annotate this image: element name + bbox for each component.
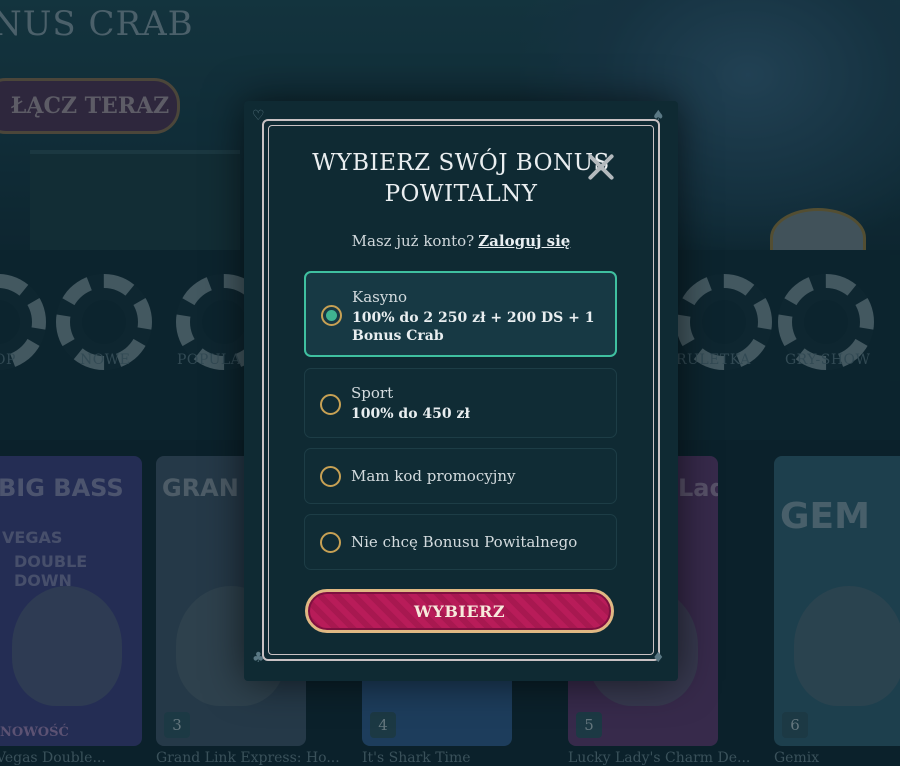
close-icon[interactable] xyxy=(582,148,620,186)
club-icon: ♣ xyxy=(252,650,265,666)
login-prompt: Masz już konto? Zaloguj się xyxy=(300,232,622,250)
radio[interactable] xyxy=(320,466,341,487)
option-label: Sport xyxy=(351,384,394,402)
choose-button[interactable]: WYBIERZ xyxy=(305,589,614,633)
login-link[interactable]: Zaloguj się xyxy=(478,232,570,250)
spade-icon: ♠ xyxy=(652,108,665,124)
option-label: Mam kod promocyjny xyxy=(351,467,516,485)
radio[interactable] xyxy=(320,394,341,415)
bonus-option-none[interactable]: Nie chcę Bonusu Powitalnego xyxy=(304,514,617,570)
bonus-option-casino[interactable]: Kasyno 100% do 2 250 zł + 200 DS + 1 Bon… xyxy=(304,271,617,357)
radio-selected[interactable] xyxy=(321,305,342,326)
option-label: Kasyno xyxy=(352,288,408,306)
modal-title: WYBIERZ SWÓJ BONUS POWITALNY xyxy=(312,150,610,207)
bonus-option-promo-code[interactable]: Mam kod promocyjny xyxy=(304,448,617,504)
login-prompt-text: Masz już konto? xyxy=(351,232,475,250)
option-label: Nie chcę Bonusu Powitalnego xyxy=(351,533,578,551)
radio[interactable] xyxy=(320,532,341,553)
diamond-icon: ♦ xyxy=(652,650,665,666)
option-description: 100% do 2 250 zł + 200 DS + 1 Bonus Crab xyxy=(352,310,595,344)
choose-button-label: WYBIERZ xyxy=(413,601,506,621)
option-description: 100% do 450 zł xyxy=(351,406,470,422)
heart-icon: ♡ xyxy=(252,108,265,124)
bonus-option-sport[interactable]: Sport 100% do 450 zł xyxy=(304,368,617,438)
